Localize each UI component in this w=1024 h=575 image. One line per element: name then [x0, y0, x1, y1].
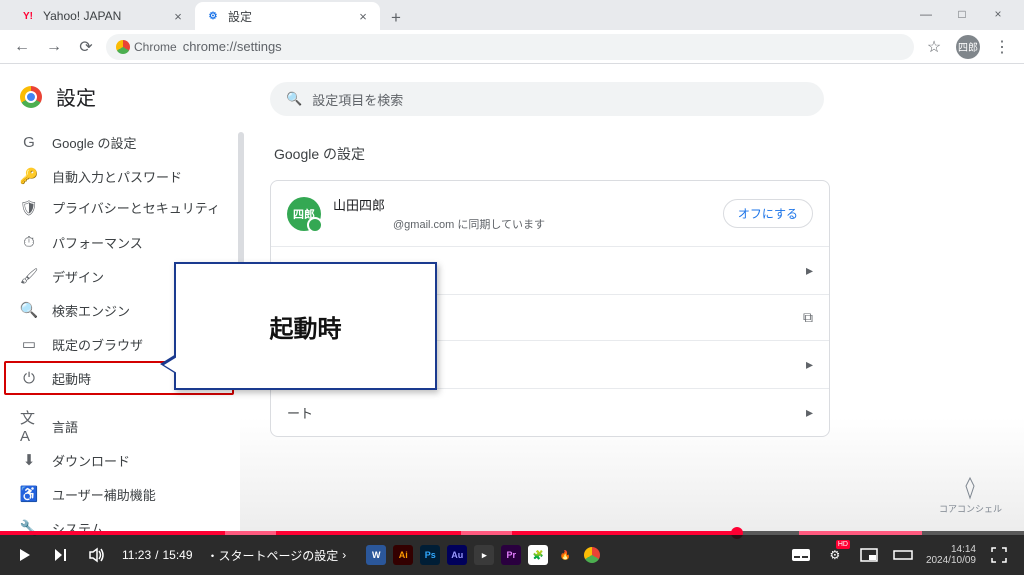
gear-icon: ⚙: [205, 8, 221, 24]
tabs-row: Y! Yahoo! JAPAN × ⚙ 設定 × +: [10, 0, 914, 30]
tab-yahoo[interactable]: Y! Yahoo! JAPAN ×: [10, 2, 195, 30]
section-title: Google の設定: [274, 144, 934, 164]
open-external-icon: ⧉: [803, 309, 813, 326]
tab-title: 設定: [228, 8, 349, 25]
chrome-icon[interactable]: [582, 545, 602, 565]
chrome-logo-icon: [116, 40, 130, 54]
accessibility-icon: ♿: [20, 485, 38, 503]
player-right-controls: ⚙HD 14:142024/10/09: [790, 544, 1010, 566]
settings-page: 設定 GGoogle の設定 🔑自動入力とパスワード 🛡プライバシーとセキュリテ…: [0, 64, 1024, 536]
browser-icon: ▭: [20, 335, 38, 353]
unknown-icon[interactable]: ▸: [474, 545, 494, 565]
window-controls: — □ ×: [914, 5, 1024, 30]
profile-row: 四郎 山田四郎 @gmail.com に同期しています オフにする: [271, 181, 829, 246]
fullscreen-button[interactable]: [988, 544, 1010, 566]
close-window-button[interactable]: ×: [986, 5, 1010, 23]
search-placeholder: 設定項目を検索: [312, 90, 403, 109]
search-icon: 🔍: [20, 301, 38, 319]
settings-header: 設定: [0, 82, 240, 125]
palette-icon: 🖌: [20, 267, 38, 285]
translate-icon: 文A: [20, 407, 38, 445]
chevron-right-icon: ▸: [806, 404, 813, 421]
callout-text: 起動時: [270, 309, 342, 344]
nav-autofill[interactable]: 🔑自動入力とパスワード: [0, 159, 240, 193]
address-text: chrome://settings: [183, 39, 282, 54]
chrome-chip: Chrome: [116, 40, 177, 54]
bookmark-star-icon[interactable]: ☆: [922, 35, 946, 59]
shield-icon: 🛡: [20, 199, 38, 219]
flame-icon[interactable]: 🔥: [555, 545, 575, 565]
video-player-bar: 11:23/15:49 ・スタートページの設定 › W Ai Ps Au ▸ P…: [0, 535, 1024, 575]
app-icon[interactable]: 🧩: [528, 545, 548, 565]
profile-name: 山田四郎: [333, 195, 711, 214]
volume-icon[interactable]: [86, 544, 108, 566]
forward-button[interactable]: →: [42, 35, 66, 59]
play-button[interactable]: [14, 544, 36, 566]
word-icon[interactable]: W: [366, 545, 386, 565]
profile-avatar-button[interactable]: 四郎: [956, 35, 980, 59]
settings-search-input[interactable]: 🔍 設定項目を検索: [270, 82, 824, 116]
browser-chrome: Y! Yahoo! JAPAN × ⚙ 設定 × + — □ × ← → ⟳ C…: [0, 0, 1024, 64]
profile-info: 山田四郎 @gmail.com に同期しています: [333, 195, 711, 232]
tab-title: Yahoo! JAPAN: [43, 9, 164, 23]
address-bar[interactable]: Chrome chrome://settings: [106, 34, 914, 60]
next-button[interactable]: [50, 544, 72, 566]
callout-tooltip: 起動時: [174, 262, 437, 390]
speedometer-icon: ⏱: [20, 234, 38, 251]
miniplayer-button[interactable]: [858, 544, 880, 566]
tab-close-icon[interactable]: ×: [171, 9, 185, 23]
reload-button[interactable]: ⟳: [74, 35, 98, 59]
tab-settings[interactable]: ⚙ 設定 ×: [195, 2, 380, 30]
chevron-right-icon: ▸: [806, 262, 813, 279]
illustrator-icon[interactable]: Ai: [393, 545, 413, 565]
nav-performance[interactable]: ⏱パフォーマンス: [0, 225, 240, 259]
toolbar: ← → ⟳ Chrome chrome://settings ☆ 四郎 ⋮: [0, 30, 1024, 64]
premiere-icon[interactable]: Pr: [501, 545, 521, 565]
row-import[interactable]: ート ▸: [271, 388, 829, 436]
photoshop-icon[interactable]: Ps: [420, 545, 440, 565]
key-icon: 🔑: [20, 167, 38, 185]
taskbar-icons: W Ai Ps Au ▸ Pr 🧩 🔥: [366, 545, 602, 565]
time-display: 11:23/15:49: [122, 548, 193, 562]
nav-privacy[interactable]: 🛡プライバシーとセキュリティ: [0, 193, 240, 225]
power-icon: ⏻: [20, 370, 38, 387]
download-icon: ⬇: [20, 451, 38, 469]
brand-watermark: コアコンシェル: [939, 476, 1002, 515]
page-title: 設定: [56, 82, 96, 111]
theater-button[interactable]: [892, 544, 914, 566]
menu-dots-icon[interactable]: ⋮: [990, 35, 1014, 59]
titlebar: Y! Yahoo! JAPAN × ⚙ 設定 × + — □ ×: [0, 0, 1024, 30]
avatar: 四郎: [287, 197, 321, 231]
tab-close-icon[interactable]: ×: [356, 9, 370, 23]
google-g-icon: G: [20, 134, 38, 151]
favicon-yahoo: Y!: [20, 8, 36, 24]
chrome-logo-icon: [20, 86, 42, 108]
nav-google[interactable]: GGoogle の設定: [0, 125, 240, 159]
minimize-button[interactable]: —: [914, 5, 938, 23]
audition-icon[interactable]: Au: [447, 545, 467, 565]
timestamp-overlay: 14:142024/10/09: [926, 544, 976, 566]
back-button[interactable]: ←: [10, 35, 34, 59]
nav-language[interactable]: 文A言語: [0, 409, 240, 443]
turn-off-sync-button[interactable]: オフにする: [723, 199, 813, 228]
profile-sync-status: @gmail.com に同期しています: [333, 216, 711, 232]
nav-accessibility[interactable]: ♿ユーザー補助機能: [0, 477, 240, 511]
toolbar-right: ☆ 四郎 ⋮: [922, 35, 1014, 59]
captions-button[interactable]: [790, 544, 812, 566]
chevron-right-icon: ›: [342, 548, 346, 562]
new-tab-button[interactable]: +: [384, 6, 408, 30]
search-icon: 🔍: [286, 91, 302, 107]
maximize-button[interactable]: □: [950, 5, 974, 23]
settings-gear-button[interactable]: ⚙HD: [824, 544, 846, 566]
chevron-right-icon: ▸: [806, 356, 813, 373]
chapter-label[interactable]: ・スタートページの設定 ›: [207, 547, 347, 564]
nav-download[interactable]: ⬇ダウンロード: [0, 443, 240, 477]
